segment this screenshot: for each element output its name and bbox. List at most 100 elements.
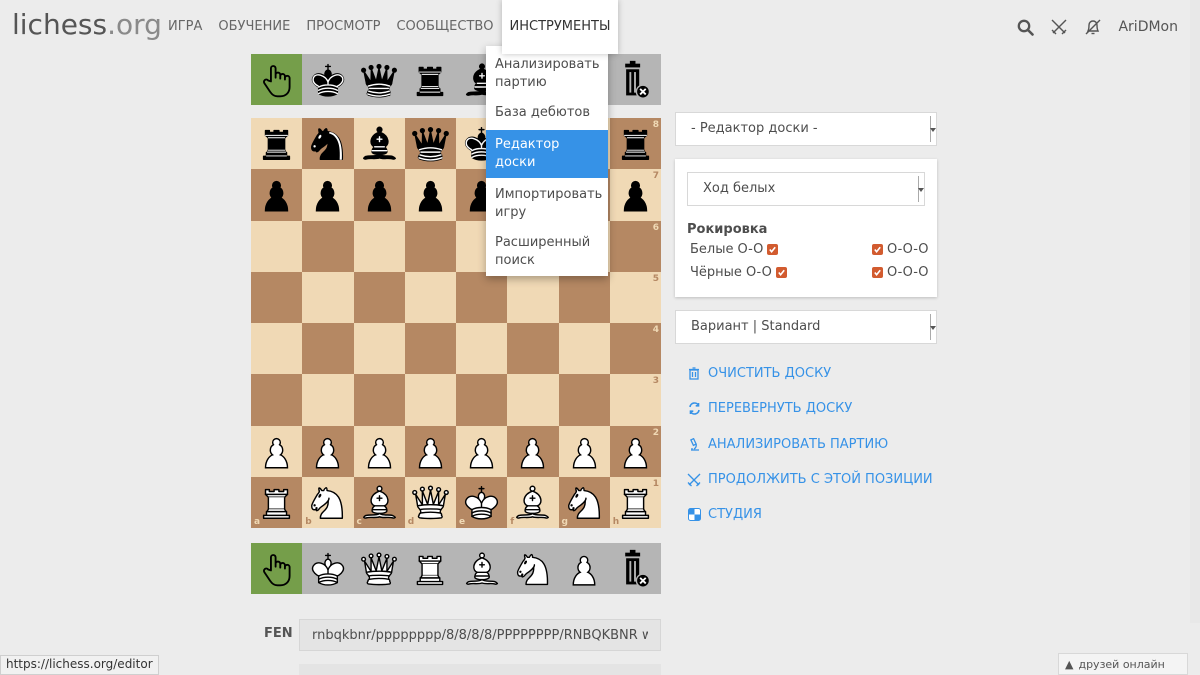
nav-item-1[interactable]: ОБУЧЕНИЕ — [210, 0, 298, 54]
white-knight-icon[interactable] — [306, 481, 349, 524]
white-pawn-icon[interactable] — [409, 430, 452, 473]
square-d7[interactable] — [404, 169, 456, 221]
square-c8[interactable] — [353, 118, 405, 170]
square-a3[interactable] — [251, 374, 303, 426]
square-g4[interactable] — [558, 323, 610, 375]
turn-select[interactable]: Ход белых — [687, 172, 925, 206]
dropdown-item-1[interactable]: База дебютов — [486, 98, 608, 128]
black-rook-icon[interactable] — [255, 122, 298, 165]
white-bishop-icon[interactable] — [511, 481, 554, 524]
nav-item-4[interactable]: ИНСТРУМЕНТЫ — [501, 0, 619, 54]
white-king-icon[interactable] — [460, 481, 503, 524]
top-pointer-tool-icon[interactable] — [251, 54, 303, 105]
bottom-spare-white-king-icon[interactable] — [302, 543, 353, 594]
white-queen-icon[interactable] — [409, 481, 452, 524]
square-g2[interactable] — [558, 425, 610, 477]
dropdown-item-0[interactable]: Анализировать партию — [486, 50, 608, 98]
white-pawn-icon[interactable] — [358, 430, 401, 473]
scrollbar[interactable] — [1190, 0, 1200, 623]
square-b5[interactable] — [302, 271, 354, 323]
black-pawn-icon[interactable] — [614, 173, 657, 216]
black-pawn-icon[interactable] — [255, 173, 298, 216]
black-knight-icon[interactable] — [306, 122, 349, 165]
square-b4[interactable] — [302, 323, 354, 375]
square-e3[interactable] — [456, 374, 508, 426]
square-a5[interactable] — [251, 271, 303, 323]
site-logo[interactable]: lichess.org — [12, 8, 162, 41]
square-b3[interactable] — [302, 374, 354, 426]
top-spare-black-king-icon[interactable] — [302, 54, 353, 105]
square-h1[interactable]: 1h — [609, 476, 661, 528]
bottom-trash-tool-icon[interactable] — [610, 543, 661, 594]
square-d8[interactable] — [404, 118, 456, 170]
square-f1[interactable]: f — [507, 476, 559, 528]
square-d1[interactable]: d — [404, 476, 456, 528]
bottom-spare-white-queen-icon[interactable] — [354, 543, 405, 594]
white-knight-icon[interactable] — [563, 481, 606, 524]
top-spare-black-rook-icon[interactable] — [405, 54, 456, 105]
nav-item-3[interactable]: СООБЩЕСТВО — [388, 0, 501, 54]
nav-item-2[interactable]: ПРОСМОТР — [298, 0, 388, 54]
square-e1[interactable]: e — [456, 476, 508, 528]
top-spare-black-queen-icon[interactable] — [354, 54, 405, 105]
black-pawn-icon[interactable] — [358, 173, 401, 216]
square-b7[interactable] — [302, 169, 354, 221]
square-d2[interactable] — [404, 425, 456, 477]
square-e2[interactable] — [456, 425, 508, 477]
action-study[interactable]: СТУДИЯ — [687, 507, 762, 522]
bottom-pointer-tool-icon[interactable] — [251, 543, 303, 594]
square-f2[interactable] — [507, 425, 559, 477]
square-c1[interactable]: c — [353, 476, 405, 528]
preset-select[interactable]: - Редактор доски - — [675, 112, 937, 146]
square-c3[interactable] — [353, 374, 405, 426]
swords-icon[interactable] — [1042, 0, 1076, 54]
black-long-castle[interactable]: O-O-O — [872, 265, 929, 280]
square-c7[interactable] — [353, 169, 405, 221]
square-c4[interactable] — [353, 323, 405, 375]
nav-item-0[interactable]: ИГРА — [160, 0, 210, 54]
dropdown-item-3[interactable]: Импортировать игру — [486, 180, 608, 228]
white-long-castle[interactable]: O-O-O — [872, 242, 929, 257]
square-a2[interactable] — [251, 425, 303, 477]
square-h3[interactable]: 3 — [609, 374, 661, 426]
action-microscope[interactable]: АНАЛИЗИРОВАТЬ ПАРТИЮ — [687, 437, 888, 452]
square-g1[interactable]: g — [558, 476, 610, 528]
black-rook-icon[interactable] — [614, 122, 657, 165]
square-a6[interactable] — [251, 220, 303, 272]
square-c6[interactable] — [353, 220, 405, 272]
square-h5[interactable]: 5 — [609, 271, 661, 323]
checkbox-checked[interactable] — [775, 267, 787, 278]
square-h4[interactable]: 4 — [609, 323, 661, 375]
square-h6[interactable]: 6 — [609, 220, 661, 272]
square-f5[interactable] — [507, 271, 559, 323]
white-pawn-icon[interactable] — [255, 430, 298, 473]
white-rook-icon[interactable] — [255, 481, 298, 524]
white-pawn-icon[interactable] — [563, 430, 606, 473]
square-a8[interactable] — [251, 118, 303, 170]
white-short-castle[interactable]: Белые O-O — [690, 242, 779, 257]
black-pawn-icon[interactable] — [409, 173, 452, 216]
action-flip[interactable]: ПЕРЕВЕРНУТЬ ДОСКУ — [687, 401, 852, 416]
url-input[interactable] — [299, 664, 661, 675]
square-c2[interactable] — [353, 425, 405, 477]
notifications-off-icon[interactable] — [1076, 0, 1110, 54]
black-short-castle[interactable]: Чёрные O-O — [690, 265, 787, 280]
action-swords[interactable]: ПРОДОЛЖИТЬ С ЭТОЙ ПОЗИЦИИ — [687, 472, 933, 487]
fen-input[interactable] — [299, 619, 661, 651]
bottom-spare-white-rook-icon[interactable] — [405, 543, 456, 594]
checkbox-checked[interactable] — [872, 267, 883, 278]
checkbox-checked[interactable] — [872, 244, 883, 255]
square-f3[interactable] — [507, 374, 559, 426]
square-e4[interactable] — [456, 323, 508, 375]
username-link[interactable]: AriDMon — [1118, 19, 1178, 35]
top-trash-tool-icon[interactable] — [610, 54, 661, 105]
checkbox-checked[interactable] — [767, 244, 779, 255]
black-bishop-icon[interactable] — [358, 122, 401, 165]
square-e5[interactable] — [456, 271, 508, 323]
black-queen-icon[interactable] — [409, 122, 452, 165]
dropdown-item-2[interactable]: Редактор доски — [486, 130, 608, 178]
white-pawn-icon[interactable] — [511, 430, 554, 473]
variant-select[interactable]: Вариант | Standard — [675, 310, 937, 344]
square-b6[interactable] — [302, 220, 354, 272]
bottom-spare-white-knight-icon[interactable] — [507, 543, 558, 594]
